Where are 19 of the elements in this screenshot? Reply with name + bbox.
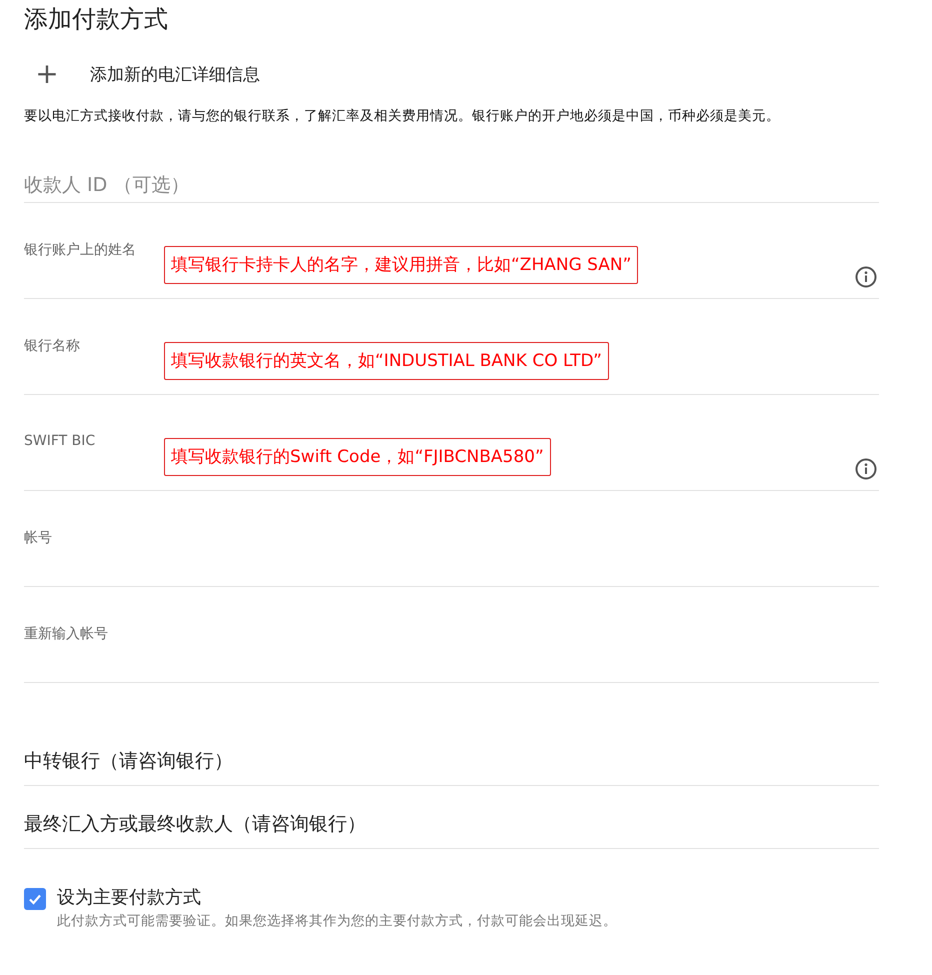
input-field[interactable]: 收款人 ID （可选） xyxy=(24,174,879,196)
hint-text: 此付款方式可能需要验证。如果您选择将其作为您的主要付款方式，付款可能会出现延迟。 xyxy=(57,912,617,931)
info-icon[interactable] xyxy=(855,266,877,288)
field-label: 银行名称 xyxy=(24,337,80,355)
field-label: 银行账户上的姓名 xyxy=(24,241,136,259)
checkbox[interactable] xyxy=(24,888,46,910)
page-title: 添加付款方式 xyxy=(24,4,169,35)
annotation: 填写收款银行的Swift Code，如“FJIBCNBA580” xyxy=(164,438,551,476)
annotation: 填写银行卡持卡人的名字，建议用拼音，比如“ZHANG SAN” xyxy=(164,246,638,284)
section-header[interactable]: 中转银行（请咨询银行） xyxy=(24,741,879,786)
info-icon[interactable] xyxy=(855,458,877,480)
add-wire-link[interactable]: 添加新的电汇详细信息 xyxy=(90,62,260,86)
section-header[interactable]: 最终汇入方或最终收款人（请咨询银行） xyxy=(24,804,879,849)
annotation: 填写收款银行的英文名，如“INDUSTIAL BANK CO LTD” xyxy=(164,342,609,380)
field-label: 帐号 xyxy=(24,529,52,547)
checkbox-label: 设为主要付款方式 xyxy=(57,886,202,910)
description: 要以电汇方式接收付款，请与您的银行联系，了解汇率及相关费用情况。银行账户的开户地必须是中国，币种必须是美元。 xyxy=(24,107,781,126)
field-label: 重新输入帐号 xyxy=(24,625,108,643)
field-label: SWIFT BIC xyxy=(24,433,96,449)
